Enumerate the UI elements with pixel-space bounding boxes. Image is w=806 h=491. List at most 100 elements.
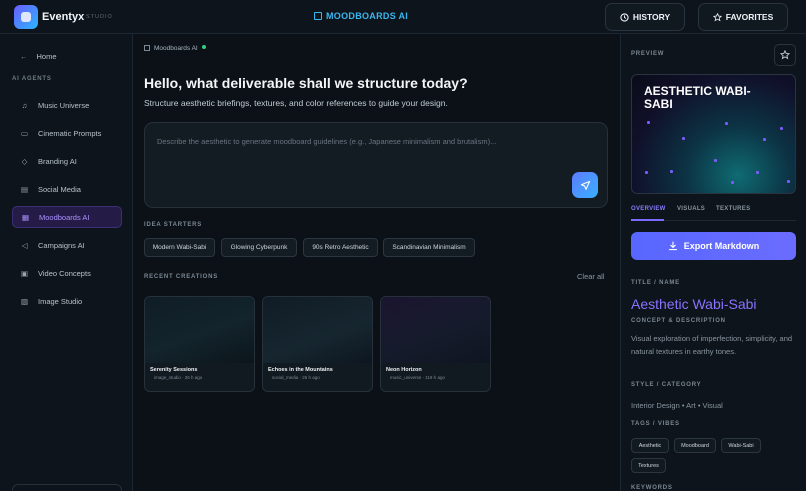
tab-visuals[interactable]: VISUALS <box>677 206 705 212</box>
sidebar-footer-button[interactable] <box>12 484 122 491</box>
diamond-icon: ◇ <box>21 156 28 166</box>
sidebar-item-label: Cinematic Prompts <box>38 128 102 138</box>
download-icon <box>668 241 677 251</box>
clock-icon <box>620 12 629 22</box>
history-label: HISTORY <box>632 12 671 22</box>
tab-overview[interactable]: OVERVIEW <box>631 206 666 212</box>
history-button[interactable]: HISTORY <box>605 3 685 31</box>
style-field-label: STYLE / CATEGORY <box>631 382 702 388</box>
concept-field-label: CONCEPT & DESCRIPTION <box>631 318 726 324</box>
sidebar-item-video-concepts[interactable]: ▣ Video Concepts <box>12 262 122 284</box>
breadcrumb-label: Moodboards AI <box>154 45 198 52</box>
prompt-placeholder: Describe the aesthetic to generate moodb… <box>157 137 497 146</box>
sparkle <box>714 159 717 162</box>
sidebar-item-branding-ai[interactable]: ◇ Branding AI <box>12 150 122 172</box>
breadcrumb: Moodboards AI <box>144 45 206 52</box>
recent-card-title: Echoes in the Mountains <box>268 367 333 373</box>
favorite-toggle-button[interactable] <box>774 44 796 66</box>
video-camera-icon: ▭ <box>20 128 29 138</box>
logo-icon[interactable] <box>14 5 38 29</box>
recent-card-thumbnail <box>381 297 490 363</box>
recent-card[interactable]: Echoes in the Mountains social_media · 2… <box>262 296 373 392</box>
megaphone-icon: ◁ <box>21 240 28 250</box>
page-subtitle: Structure aesthetic briefings, textures,… <box>144 98 448 108</box>
title-field-label: TITLE / NAME <box>631 280 680 286</box>
sparkle <box>763 138 766 141</box>
prompt-input[interactable]: Describe the aesthetic to generate moodb… <box>144 122 608 208</box>
idea-chip[interactable]: Glowing Cyberpunk <box>221 238 297 257</box>
sparkle <box>780 127 783 130</box>
send-icon <box>580 180 590 190</box>
sidebar-item-image-studio[interactable]: ▨ Image Studio <box>12 290 122 312</box>
active-tab-indicator <box>631 219 664 221</box>
keywords-field-label: KEYWORDS <box>631 485 673 491</box>
sparkle <box>756 171 759 174</box>
favorites-label: FAVORITES <box>725 12 774 22</box>
sidebar-item-music-universe[interactable]: ♫ Music Universe <box>12 94 122 116</box>
sidebar-item-label: Moodboards AI <box>39 212 90 222</box>
online-status-dot <box>201 45 206 49</box>
grid-icon <box>144 45 150 51</box>
tags-field-label: TAGS / VIBES <box>631 421 680 427</box>
recent-card-thumbnail <box>263 297 372 363</box>
sparkle <box>647 121 650 124</box>
sidebar-item-label: Branding AI <box>38 156 77 166</box>
idea-chip[interactable]: Modern Wabi-Sabi <box>144 238 215 257</box>
preview-image-title: AESTHETIC WABI-SABI <box>644 84 751 111</box>
export-markdown-button[interactable]: Export Markdown <box>631 232 796 260</box>
sidebar-item-label: Video Concepts <box>38 268 91 278</box>
sidebar-item-label: Social Media <box>38 184 81 194</box>
recent-creations-label: RECENT CREATIONS <box>144 274 219 280</box>
sparkle <box>787 180 790 183</box>
clear-all-button[interactable]: Clear all <box>577 272 605 281</box>
brand-name: Eventyx <box>42 11 85 23</box>
sparkle <box>731 181 734 184</box>
sidebar: ← Home AI AGENTS ♫ Music Universe ▭ Cinemat… <box>0 34 133 491</box>
current-agent-title: MOODBOARDS AI <box>314 11 408 21</box>
preview-image: AESTHETIC WABI-SABI <box>631 74 796 194</box>
chat-icon: ▤ <box>20 184 29 194</box>
recent-card[interactable]: Neon Horizon music_universe · 119 h ago <box>380 296 491 392</box>
tab-textures[interactable]: TEXTURES <box>716 206 750 212</box>
tag-chip: Wabi-Sabi <box>721 438 761 453</box>
music-note-icon: ♫ <box>21 100 28 110</box>
film-icon: ▣ <box>20 268 29 278</box>
home-label: Home <box>36 52 57 61</box>
recent-card[interactable]: Serenity Sessions image_studio · 26 h ag… <box>144 296 255 392</box>
recent-card-meta: social_media · 26 h ago <box>272 375 320 380</box>
sidebar-item-label: Campaigns AI <box>38 240 85 250</box>
sidebar-item-social-media[interactable]: ▤ Social Media <box>12 178 122 200</box>
sidebar-item-label: Image Studio <box>38 296 83 306</box>
idea-chip[interactable]: 90s Retro Aesthetic <box>303 238 378 257</box>
grid-icon <box>314 12 322 20</box>
recent-card-meta: image_studio · 26 h ago <box>154 375 203 380</box>
image-icon: ▨ <box>20 296 29 306</box>
favorites-button[interactable]: FAVORITES <box>698 3 788 31</box>
concept-value: Visual exploration of imperfection, simp… <box>631 334 793 356</box>
sidebar-section-label: AI AGENTS <box>12 76 52 82</box>
sidebar-item-cinematic-prompts[interactable]: ▭ Cinematic Prompts <box>12 122 122 144</box>
preview-panel: PREVIEW AESTHETIC WABI-SABI OVERVIEW VIS… <box>620 34 806 491</box>
sparkle <box>725 122 728 125</box>
home-link[interactable]: ← Home <box>20 52 57 61</box>
current-agent-label: MOODBOARDS AI <box>326 11 409 21</box>
recent-card-thumbnail <box>145 297 254 363</box>
tag-chip: Textures <box>631 458 666 473</box>
star-icon <box>780 50 790 60</box>
sparkle <box>645 171 648 174</box>
top-bar: Eventyx STUDIO MOODBOARDS AI HISTORY FAV… <box>0 0 806 34</box>
tag-chip: Aesthetic <box>631 438 669 453</box>
main-content: Moodboards AI Hello, what deliverable sh… <box>133 34 620 491</box>
send-button[interactable] <box>572 172 598 198</box>
export-markdown-label: Export Markdown <box>683 241 760 251</box>
star-icon <box>712 12 722 21</box>
grid-icon: ▦ <box>21 212 30 222</box>
recent-card-title: Serenity Sessions <box>150 367 198 373</box>
brand-subtitle: STUDIO <box>86 14 113 20</box>
recent-card-title: Neon Horizon <box>386 367 422 373</box>
sidebar-item-moodboards-ai[interactable]: ▦ Moodboards AI <box>12 206 122 228</box>
recent-card-meta: music_universe · 119 h ago <box>390 375 445 380</box>
sidebar-item-campaigns-ai[interactable]: ◁ Campaigns AI <box>12 234 122 256</box>
idea-chip[interactable]: Scandinavian Minimalism <box>383 238 475 257</box>
preview-label: PREVIEW <box>631 51 665 57</box>
